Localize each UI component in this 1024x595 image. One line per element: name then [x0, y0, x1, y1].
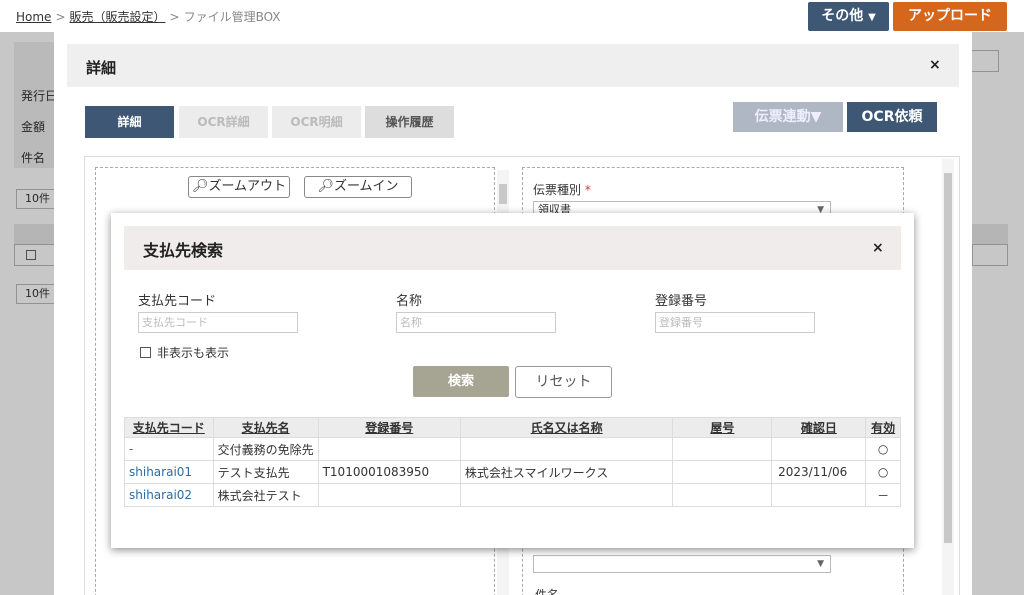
close-icon[interactable]: ×: [872, 240, 884, 256]
close-icon[interactable]: ×: [929, 57, 941, 73]
zoom-in-button[interactable]: 🔎︎ズームイン: [304, 176, 412, 198]
detail-scrollbar[interactable]: [942, 159, 954, 595]
breadcrumb-current: ファイル管理BOX: [183, 10, 281, 24]
column-header-registration[interactable]: 登録番号: [317, 417, 461, 438]
show-hidden-label: 非表示も表示: [157, 346, 230, 360]
detail-modal-title: 詳細: [86, 59, 117, 77]
cell-valid: ○: [865, 437, 901, 461]
table-row[interactable]: shiharai02 株式会社テスト －: [124, 483, 901, 507]
search-modal-title: 支払先検索: [143, 241, 224, 260]
cell-registration: [317, 437, 461, 461]
upload-button[interactable]: アップロード: [893, 2, 1007, 31]
table-row[interactable]: - 交付義務の免除先 ○: [124, 437, 901, 461]
cell-yago: [672, 460, 773, 484]
caret-down-icon: ▼: [868, 12, 876, 23]
search-modal-header: 支払先検索 ×: [124, 226, 901, 270]
payee-code-input[interactable]: [138, 312, 298, 333]
tab-history[interactable]: 操作履歴: [365, 106, 454, 138]
show-hidden-checkbox[interactable]: [140, 347, 151, 358]
cell-valid: ○: [865, 460, 901, 484]
magnifier-icon: 🔎︎: [317, 179, 334, 194]
payee-results-table: 支払先コード 支払先名 登録番号 氏名又は名称 屋号 確認日 有効 - 交付義務…: [124, 417, 901, 507]
cell-date: [771, 483, 867, 507]
search-button[interactable]: 検索: [413, 366, 509, 397]
denpyo-type-label: 伝票種別 *: [533, 183, 591, 197]
table-row[interactable]: shiharai01 テスト支払先 T1010001083950 株式会社スマイ…: [124, 460, 901, 484]
zoom-out-button[interactable]: 🔎︎ズームアウト: [188, 176, 290, 198]
reset-button[interactable]: リセット: [515, 366, 612, 398]
denpyo-link-button[interactable]: 伝票連動▼: [733, 102, 843, 132]
top-header: Home > 販売（販売設定） > ファイル管理BOX その他 ▼ アップロード: [0, 0, 1024, 32]
magnifier-icon: 🔎︎: [191, 179, 209, 194]
subject-label: 件名: [535, 588, 560, 595]
other-menu-button[interactable]: その他 ▼: [808, 2, 889, 31]
ocr-request-button[interactable]: OCR依頼: [847, 102, 937, 132]
column-header-yago[interactable]: 屋号: [672, 417, 773, 438]
column-header-date[interactable]: 確認日: [771, 417, 867, 438]
chevron-down-icon: ▼: [817, 559, 824, 569]
form-select[interactable]: ▼: [533, 555, 831, 573]
breadcrumb: Home > 販売（販売設定） > ファイル管理BOX: [16, 8, 281, 25]
name-label: 名称: [396, 294, 423, 309]
scrollbar-thumb[interactable]: [499, 184, 507, 204]
tab-ocr-detail[interactable]: OCR詳細: [179, 106, 268, 138]
tab-ocr-items[interactable]: OCR明細: [272, 106, 361, 138]
cell-date: 2023/11/06: [771, 460, 867, 484]
cell-code[interactable]: -: [124, 437, 214, 461]
cell-date: [771, 437, 867, 461]
cell-yago: [672, 483, 773, 507]
cell-code[interactable]: shiharai01: [124, 460, 214, 484]
detail-modal-header: 詳細 ×: [67, 44, 959, 87]
cell-name: 株式会社テスト: [212, 483, 319, 507]
column-header-valid[interactable]: 有効: [865, 417, 901, 438]
cell-fullname: 株式会社スマイルワークス: [459, 460, 674, 484]
column-header-code[interactable]: 支払先コード: [124, 417, 214, 438]
breadcrumb-separator: >: [55, 10, 66, 24]
column-header-name[interactable]: 支払先名: [212, 417, 319, 438]
column-header-fullname[interactable]: 氏名又は名称: [459, 417, 674, 438]
name-input[interactable]: [396, 312, 556, 333]
cell-registration: T1010001083950: [317, 460, 461, 484]
cell-code[interactable]: shiharai02: [124, 483, 214, 507]
cell-name: 交付義務の免除先: [212, 437, 319, 461]
zoom-in-label: ズームイン: [333, 179, 399, 194]
cell-name: テスト支払先: [212, 460, 319, 484]
payee-search-modal: 支払先検索 × 支払先コード 名称 登録番号 非表示も表示 検索 リセット 支払…: [111, 213, 914, 548]
breadcrumb-home[interactable]: Home: [16, 10, 51, 24]
registration-number-label: 登録番号: [655, 294, 708, 309]
tab-detail[interactable]: 詳細: [85, 106, 174, 138]
zoom-out-label: ズームアウト: [208, 179, 287, 194]
show-hidden-option[interactable]: 非表示も表示: [140, 344, 229, 361]
table-header-row: 支払先コード 支払先名 登録番号 氏名又は名称 屋号 確認日 有効: [124, 417, 901, 438]
breadcrumb-sales[interactable]: 販売（販売設定）: [70, 10, 166, 24]
cell-valid: －: [865, 483, 901, 507]
cell-fullname: [459, 483, 674, 507]
registration-number-input[interactable]: [655, 312, 815, 333]
breadcrumb-separator: >: [169, 10, 180, 24]
cell-yago: [672, 437, 773, 461]
other-menu-label: その他: [821, 8, 864, 24]
cell-registration: [317, 483, 461, 507]
scrollbar-thumb[interactable]: [944, 173, 952, 543]
payee-code-label: 支払先コード: [138, 294, 217, 309]
cell-fullname: [459, 437, 674, 461]
